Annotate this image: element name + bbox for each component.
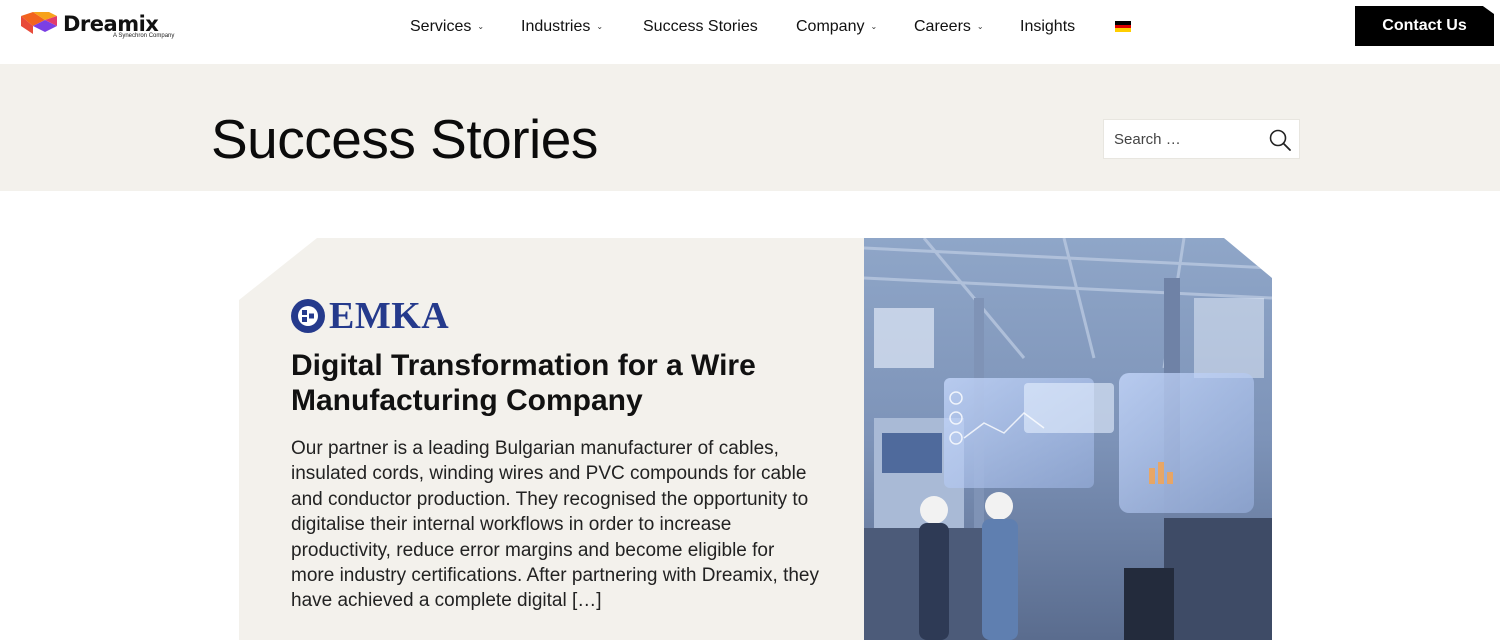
chevron-down-icon: ⌄: [477, 22, 485, 31]
page-title: Success Stories: [211, 108, 598, 170]
nav-success-stories-label: Success Stories: [643, 18, 758, 35]
chevron-down-icon: ⌄: [870, 22, 878, 31]
client-logo: EMKA: [291, 295, 461, 337]
nav-services-label: Services: [410, 18, 472, 35]
germany-flag-icon[interactable]: [1115, 21, 1131, 32]
site-header: Dreamix A Synechron Company Services ⌄ In…: [0, 0, 1500, 64]
search-input[interactable]: [1114, 120, 1264, 158]
nav-careers[interactable]: Careers ⌄: [914, 17, 984, 37]
search-form: [1103, 119, 1300, 159]
nav-insights[interactable]: Insights: [1020, 17, 1075, 37]
dreamix-logo[interactable]: Dreamix A Synechron Company: [21, 12, 181, 42]
nav-careers-label: Careers: [914, 18, 971, 35]
nav-industries[interactable]: Industries ⌄: [521, 17, 603, 37]
story-image[interactable]: [864, 238, 1272, 640]
client-logo-text: EMKA: [329, 295, 450, 337]
nav-insights-label: Insights: [1020, 18, 1076, 35]
story-card[interactable]: EMKA Digital Transformation for a Wire M…: [239, 238, 864, 640]
nav-services[interactable]: Services ⌄: [410, 17, 484, 37]
nav-company[interactable]: Company ⌄: [796, 17, 877, 37]
nav-company-label: Company: [796, 18, 865, 35]
nav-industries-label: Industries: [521, 18, 591, 35]
factory-photo-illustration: [864, 238, 1272, 640]
emka-logo-mark-icon: [291, 299, 325, 333]
logo-tagline: A Synechron Company: [113, 33, 175, 39]
chevron-down-icon: ⌄: [976, 22, 984, 31]
story-excerpt: Our partner is a leading Bulgarian manuf…: [291, 438, 819, 612]
nav-success-stories[interactable]: Success Stories: [643, 17, 758, 37]
chevron-down-icon: ⌄: [596, 22, 604, 31]
page-hero: Success Stories: [0, 64, 1500, 191]
dreamix-logo-mark-icon: [21, 12, 57, 34]
story-title[interactable]: Digital Transformation for a Wire Manufa…: [291, 348, 811, 418]
search-icon[interactable]: [1268, 128, 1292, 152]
contact-us-button[interactable]: Contact Us: [1355, 6, 1494, 46]
